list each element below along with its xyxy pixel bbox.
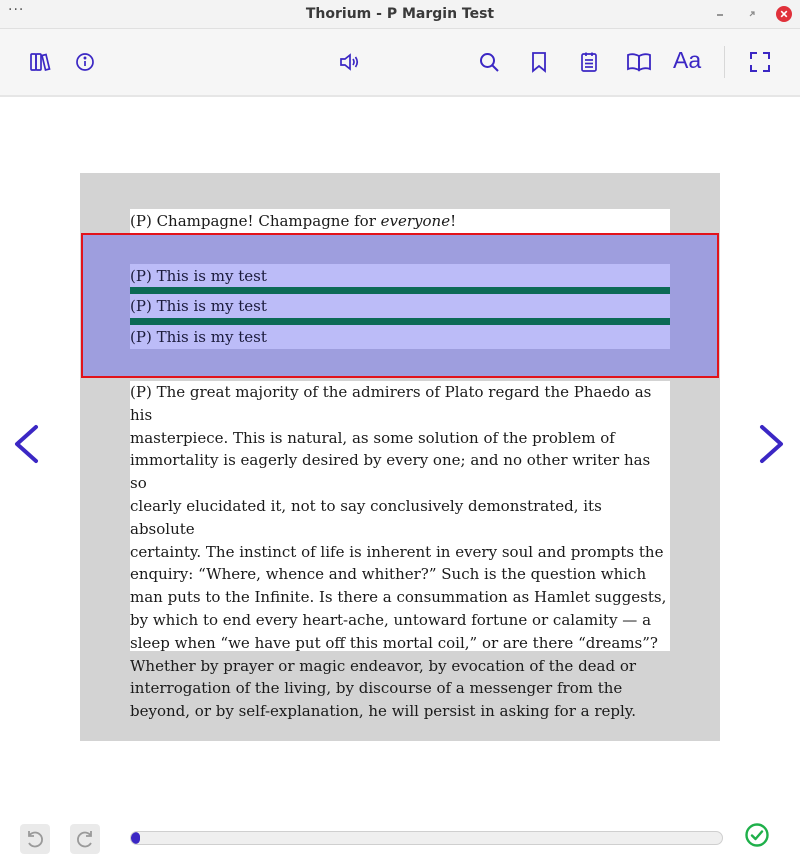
text-settings-icon[interactable]: Aa [673,47,707,73]
reading-progress-fill [131,832,140,844]
paragraph-champagne-text: (P) Champagne! Champagne for [130,212,381,230]
notes-icon[interactable] [577,50,601,74]
paragraph-separator [130,287,670,294]
previous-page-icon[interactable] [12,424,40,464]
reader-toolbar: Aa [0,29,800,97]
close-icon[interactable] [776,6,792,22]
test-paragraph: (P) This is my test [130,264,670,288]
text-line: enquiry: “Where, whence and whither?” Su… [130,565,647,584]
text-line: clearly elucidated it, not to say conclu… [130,496,602,538]
toc-icon[interactable] [626,50,652,74]
history-forward-button[interactable] [70,824,100,854]
paragraph-champagne-emphasis: everyone [380,212,451,230]
search-icon[interactable] [477,50,501,74]
paragraph-champagne-end: ! [450,212,457,230]
window-title: Thorium - P Margin Test [305,6,495,22]
test-paragraph: (P) This is my test [130,325,670,349]
text-line: certainty. The instinct of life is inher… [130,542,664,561]
info-icon[interactable] [73,50,97,74]
minimize-icon[interactable] [712,6,728,22]
paragraph-separator [130,318,670,325]
text-line: masterpiece. This is natural, as some so… [130,428,615,447]
test-paragraph: (P) This is my test [130,294,670,318]
text-line: interrogation of the living, by discours… [130,679,623,698]
text-line: immortality is eagerly desired by every … [130,451,651,493]
fullscreen-icon[interactable] [748,50,772,74]
text-line: Whether by prayer or magic endeavor, by … [130,656,637,675]
text-line: man puts to the Infinite. Is there a con… [130,588,667,607]
undo-icon [28,831,43,848]
audio-icon[interactable] [337,50,361,74]
text-line: (P) The great majority of the admirers o… [130,383,652,424]
library-icon[interactable] [28,50,52,74]
text-line: by which to end every heart-ache, untowa… [130,610,652,629]
paragraph-champagne: (P) Champagne! Champagne for everyone! [130,209,670,233]
maximize-icon[interactable] [744,6,760,22]
bookmark-icon[interactable] [527,50,551,74]
redo-icon [77,831,92,848]
toolbar-divider [724,46,725,78]
paragraph-plato: (P) The great majority of the admirers o… [130,381,670,720]
text-line: beyond, or by self-explanation, he will … [130,702,637,721]
next-page-icon[interactable] [758,424,786,464]
reading-progress-bar[interactable] [130,831,723,845]
history-back-button[interactable] [20,824,50,854]
title-bar: ··· Thorium - P Margin Test [0,0,800,29]
check-circle-icon [745,823,769,847]
text-line: sleep when “we have put off this mortal … [130,633,658,652]
